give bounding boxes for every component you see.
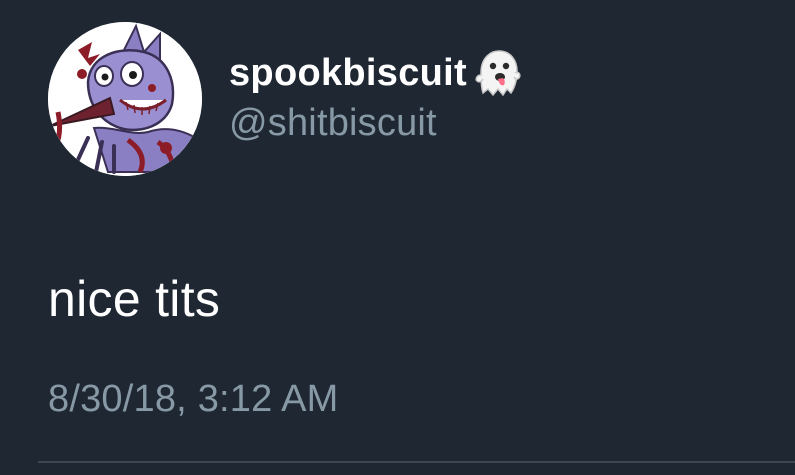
tweet-timestamp[interactable]: 8/30/18, 3:12 AM bbox=[48, 378, 339, 422]
divider bbox=[38, 461, 795, 463]
display-name-row[interactable]: spookbiscuit bbox=[229, 48, 521, 98]
user-handle[interactable]: @shitbiscuit bbox=[229, 102, 437, 146]
cartoon-bird-avatar-icon bbox=[48, 22, 202, 176]
ghost-emoji-icon bbox=[471, 49, 521, 97]
avatar[interactable] bbox=[48, 22, 202, 176]
tweet-detail: spookbiscuit @shitbiscuit nice tits 8/30… bbox=[0, 0, 795, 475]
display-name[interactable]: spookbiscuit bbox=[229, 54, 467, 92]
tweet-text: nice tits bbox=[48, 271, 221, 327]
